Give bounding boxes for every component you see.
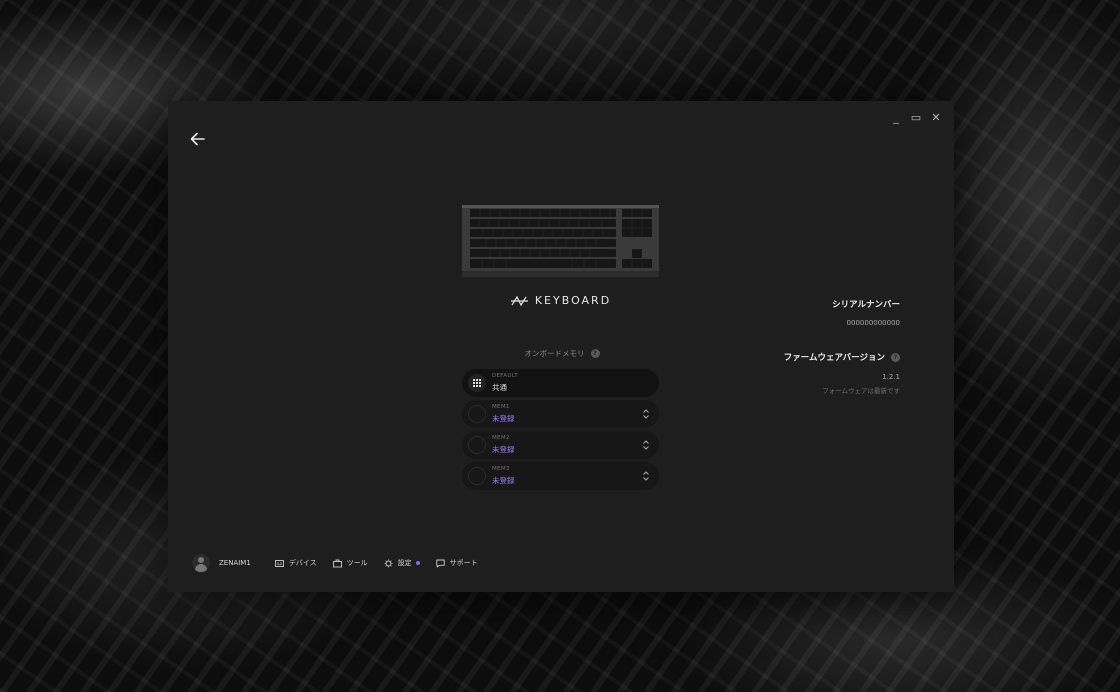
device-icon	[274, 559, 284, 567]
close-button[interactable]: ✕	[930, 112, 942, 124]
zenaim-logo-icon	[510, 295, 528, 306]
slot-indicator	[468, 436, 486, 454]
firmware-status: フォームウェアは最新です	[822, 387, 900, 395]
arrow-left-icon	[190, 132, 205, 146]
memory-slot-default[interactable]: DEFAULT 共通	[462, 369, 659, 397]
nav-item-settings[interactable]: 設定	[384, 558, 420, 568]
device-name: KEYBOARD	[534, 294, 612, 307]
memory-slot-label: DEFAULT	[492, 373, 518, 379]
help-icon[interactable]: ?	[590, 349, 600, 358]
memory-slot-mem2[interactable]: MEM2 未登録	[462, 431, 659, 459]
tool-icon	[332, 559, 342, 567]
avatar[interactable]	[192, 554, 210, 572]
nav-item-label: ツール	[346, 559, 368, 567]
maximize-button[interactable]: ▭	[910, 112, 922, 124]
onboard-memory-title-text: オンボードメモリ	[524, 349, 585, 358]
device-brand: KEYBOARD	[461, 294, 661, 307]
firmware-title-text: ファームウェアバージョン	[783, 353, 885, 363]
slot-indicator	[468, 467, 486, 485]
chevron-updown-icon	[643, 409, 649, 419]
serial-number-section: シリアルナンバー 000000000000	[832, 298, 900, 327]
footer-nav: ZENAIM1 デバイス ツール 設定 サポート	[192, 554, 494, 572]
window-controls: _ ▭ ✕	[890, 112, 942, 124]
nav-item-device[interactable]: デバイス	[274, 558, 317, 568]
chevron-updown-icon	[643, 440, 649, 450]
nav-item-label: デバイス	[288, 559, 317, 567]
grid-icon	[468, 374, 486, 392]
chevron-updown-icon	[643, 471, 649, 481]
memory-slot-value: 共通	[492, 383, 507, 392]
memory-slot-value: 未登録	[492, 445, 515, 454]
nav-item-tools[interactable]: ツール	[332, 558, 368, 568]
memory-slot-mem3[interactable]: MEM3 未登録	[462, 462, 659, 490]
serial-number-value: 000000000000	[846, 319, 900, 327]
memory-slot-mem1[interactable]: MEM1 未登録	[462, 400, 659, 428]
back-button[interactable]	[188, 129, 208, 149]
gear-icon	[384, 559, 393, 567]
slot-indicator	[468, 405, 486, 423]
notification-dot	[415, 561, 420, 565]
chat-icon	[435, 559, 445, 567]
onboard-memory-title: オンボードメモリ ?	[462, 348, 662, 359]
memory-slot-value: 未登録	[492, 476, 515, 485]
nav-item-label: サポート	[449, 559, 478, 567]
nav-item-label: 設定	[397, 559, 412, 567]
memory-slot-value: 未登録	[492, 414, 515, 423]
memory-slot-label: MEM2	[492, 435, 510, 441]
firmware-title: ファームウェアバージョン ?	[784, 351, 900, 363]
serial-number-title: シリアルナンバー	[832, 300, 900, 310]
help-icon[interactable]: ?	[891, 352, 900, 362]
nav-item-support[interactable]: サポート	[435, 558, 478, 568]
username: ZENAIM1	[219, 559, 251, 567]
keyboard-image	[462, 205, 659, 277]
firmware-section: ファームウェアバージョン ? 1.2.1 フォームウェアは最新です	[784, 351, 900, 395]
firmware-version: 1.2.1	[882, 373, 900, 381]
memory-slot-label: MEM1	[492, 404, 510, 410]
memory-slot-label: MEM3	[492, 466, 510, 472]
app-window: _ ▭ ✕ KEYBOARD オンボードメモリ ? DEFAULT 共通 MEM…	[168, 101, 954, 592]
minimize-button[interactable]: _	[890, 112, 902, 124]
